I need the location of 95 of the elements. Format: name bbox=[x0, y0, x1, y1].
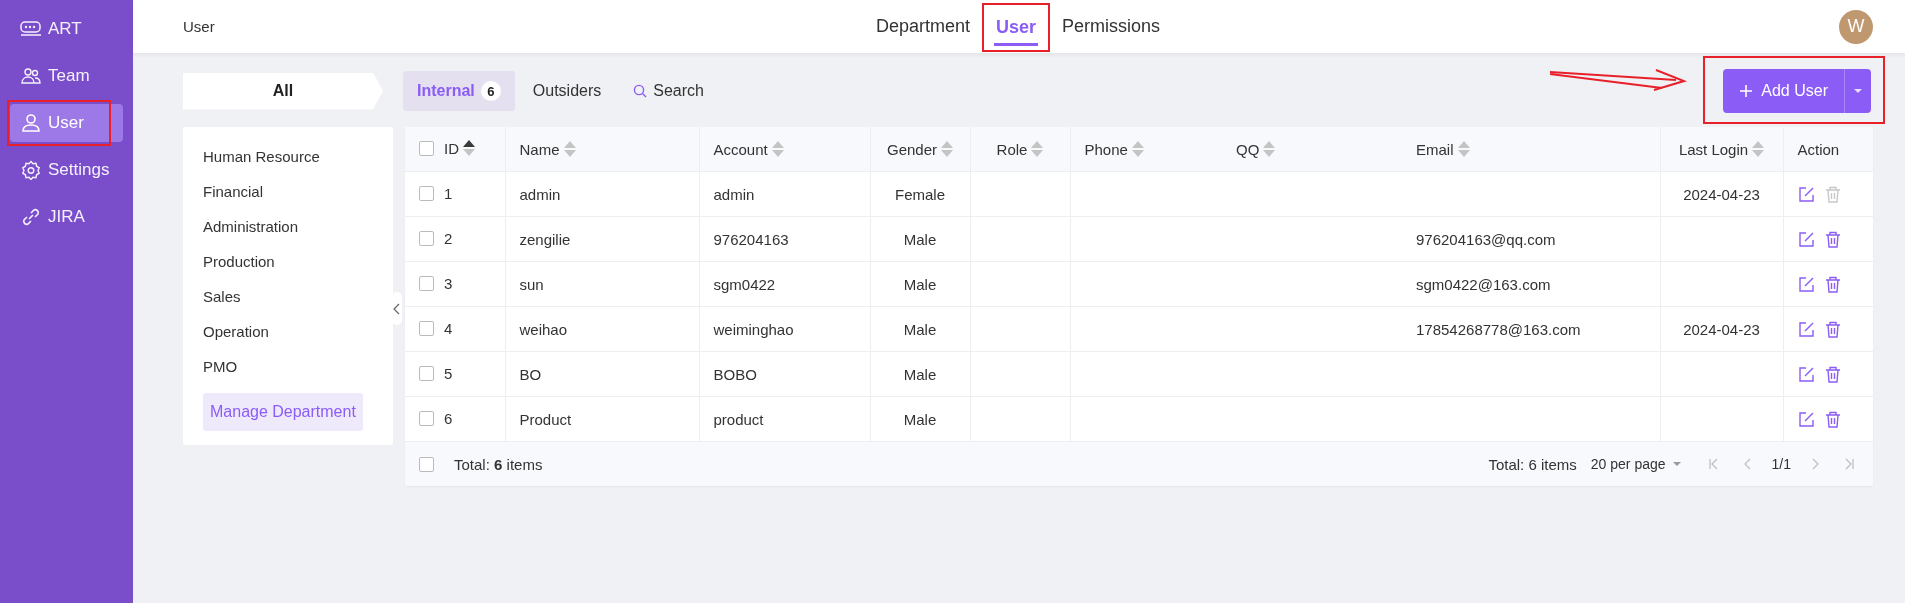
checkbox[interactable] bbox=[419, 230, 434, 246]
tab[interactable]: User bbox=[994, 7, 1039, 46]
nav-item[interactable]: ART bbox=[10, 10, 123, 48]
table-cell: 976204163@qq.com bbox=[1416, 230, 1556, 248]
search-icon bbox=[633, 84, 648, 98]
column-header: Role bbox=[996, 140, 1028, 158]
checkbox[interactable] bbox=[419, 275, 434, 291]
column-header: Action bbox=[1797, 140, 1840, 158]
edit-icon[interactable] bbox=[1797, 366, 1815, 384]
trash-icon[interactable] bbox=[1824, 321, 1841, 339]
caret-icon bbox=[1853, 88, 1863, 94]
table-cell: 2 bbox=[444, 229, 453, 247]
nav-item[interactable]: Settings bbox=[10, 151, 123, 189]
table-cell: Female bbox=[895, 185, 945, 203]
selection-total: Total: 6 items bbox=[454, 455, 543, 473]
team-icon bbox=[20, 67, 42, 85]
table-cell: admin bbox=[713, 185, 755, 203]
table-cell: BOBO bbox=[713, 365, 757, 383]
tab[interactable]: Outsiders bbox=[518, 71, 616, 111]
table-cell: product bbox=[713, 410, 764, 428]
table-cell: 2024-04-23 bbox=[1683, 185, 1760, 203]
trash-icon[interactable] bbox=[1824, 276, 1841, 294]
table-cell: 17854268778@163.com bbox=[1416, 320, 1581, 338]
trash-icon[interactable] bbox=[1824, 366, 1841, 384]
table-cell: Male bbox=[903, 365, 937, 383]
tab[interactable]: Internal 6 bbox=[403, 71, 515, 111]
nav-item[interactable]: JIRA bbox=[10, 198, 123, 236]
department-item[interactable]: Sales bbox=[203, 279, 383, 314]
dropdown-button[interactable] bbox=[1844, 69, 1871, 113]
settings-icon bbox=[20, 160, 42, 180]
table-cell: admin bbox=[519, 185, 561, 203]
edit-icon[interactable] bbox=[1797, 231, 1815, 249]
sort-icon[interactable] bbox=[463, 140, 475, 156]
edit-icon[interactable] bbox=[1797, 186, 1815, 204]
page-title: User bbox=[183, 18, 215, 35]
table-cell: 2024-04-23 bbox=[1683, 320, 1760, 338]
scope-tab[interactable]: All bbox=[183, 72, 383, 110]
nav-item[interactable]: Team bbox=[10, 57, 123, 95]
column-header: Email bbox=[1416, 140, 1454, 158]
table-cell: 976204163 bbox=[713, 230, 789, 248]
tab[interactable]: Department bbox=[874, 5, 973, 48]
tab[interactable]: Permissions bbox=[1060, 5, 1163, 48]
column-header: Phone bbox=[1084, 140, 1128, 158]
table-cell: 6 bbox=[444, 409, 453, 427]
user-icon bbox=[20, 113, 42, 133]
add-user-button[interactable]: Add User bbox=[1723, 69, 1844, 113]
link-icon bbox=[20, 207, 42, 227]
department-item[interactable]: Operation bbox=[203, 314, 383, 349]
table-cell: Male bbox=[903, 230, 937, 248]
manage-department-button[interactable]: Manage Department bbox=[203, 393, 363, 431]
table-cell: 5 bbox=[444, 364, 453, 382]
caret-icon bbox=[1671, 461, 1682, 467]
department-item[interactable]: Administration bbox=[203, 209, 383, 244]
column-header: QQ bbox=[1236, 140, 1260, 158]
column-header: Last Login bbox=[1678, 140, 1749, 158]
edit-icon[interactable] bbox=[1797, 321, 1815, 339]
department-item[interactable]: Human Resource bbox=[203, 139, 383, 174]
trash-icon[interactable] bbox=[1824, 231, 1841, 249]
edit-icon[interactable] bbox=[1797, 276, 1815, 294]
table-cell: weiminghao bbox=[713, 320, 794, 338]
table-cell: 4 bbox=[444, 319, 453, 337]
checkbox[interactable] bbox=[419, 140, 434, 156]
table-cell: weihao bbox=[519, 320, 568, 338]
table-cell: zengilie bbox=[519, 230, 571, 248]
table-cell: Male bbox=[903, 320, 937, 338]
checkbox[interactable] bbox=[419, 320, 434, 336]
column-header: Name bbox=[519, 140, 560, 158]
edit-icon[interactable] bbox=[1797, 411, 1815, 429]
table-cell: sgm0422 bbox=[713, 275, 776, 293]
department-item[interactable]: PMO bbox=[203, 349, 383, 384]
page-size-select[interactable]: 20 per page bbox=[1590, 456, 1682, 472]
page-indicator: 1/1 bbox=[1771, 456, 1791, 472]
collapse-handle[interactable] bbox=[392, 292, 402, 325]
table-cell: Product bbox=[519, 410, 572, 428]
table-cell: 1 bbox=[444, 184, 453, 202]
checkbox[interactable] bbox=[419, 410, 434, 426]
checkbox[interactable] bbox=[419, 456, 434, 472]
column-header: Account bbox=[713, 140, 768, 158]
checkbox[interactable] bbox=[419, 365, 434, 381]
column-header: Gender bbox=[886, 140, 937, 158]
department-item[interactable]: Financial bbox=[203, 174, 383, 209]
trash-icon[interactable] bbox=[1824, 411, 1841, 429]
count-badge: 6 bbox=[480, 81, 501, 101]
department-item[interactable]: Production bbox=[203, 244, 383, 279]
table-cell: Male bbox=[903, 410, 937, 428]
table-cell: sun bbox=[519, 275, 544, 293]
plus-icon bbox=[1739, 84, 1754, 98]
table-cell: sgm0422@163.com bbox=[1416, 275, 1551, 293]
table-cell: Male bbox=[903, 275, 937, 293]
column-header: ID bbox=[444, 139, 459, 157]
total-items: Total: 6 items bbox=[1488, 455, 1577, 473]
checkbox[interactable] bbox=[419, 185, 434, 201]
table-cell: 3 bbox=[444, 274, 453, 292]
table-cell: BO bbox=[519, 365, 542, 383]
search-button[interactable]: Search bbox=[619, 71, 718, 111]
